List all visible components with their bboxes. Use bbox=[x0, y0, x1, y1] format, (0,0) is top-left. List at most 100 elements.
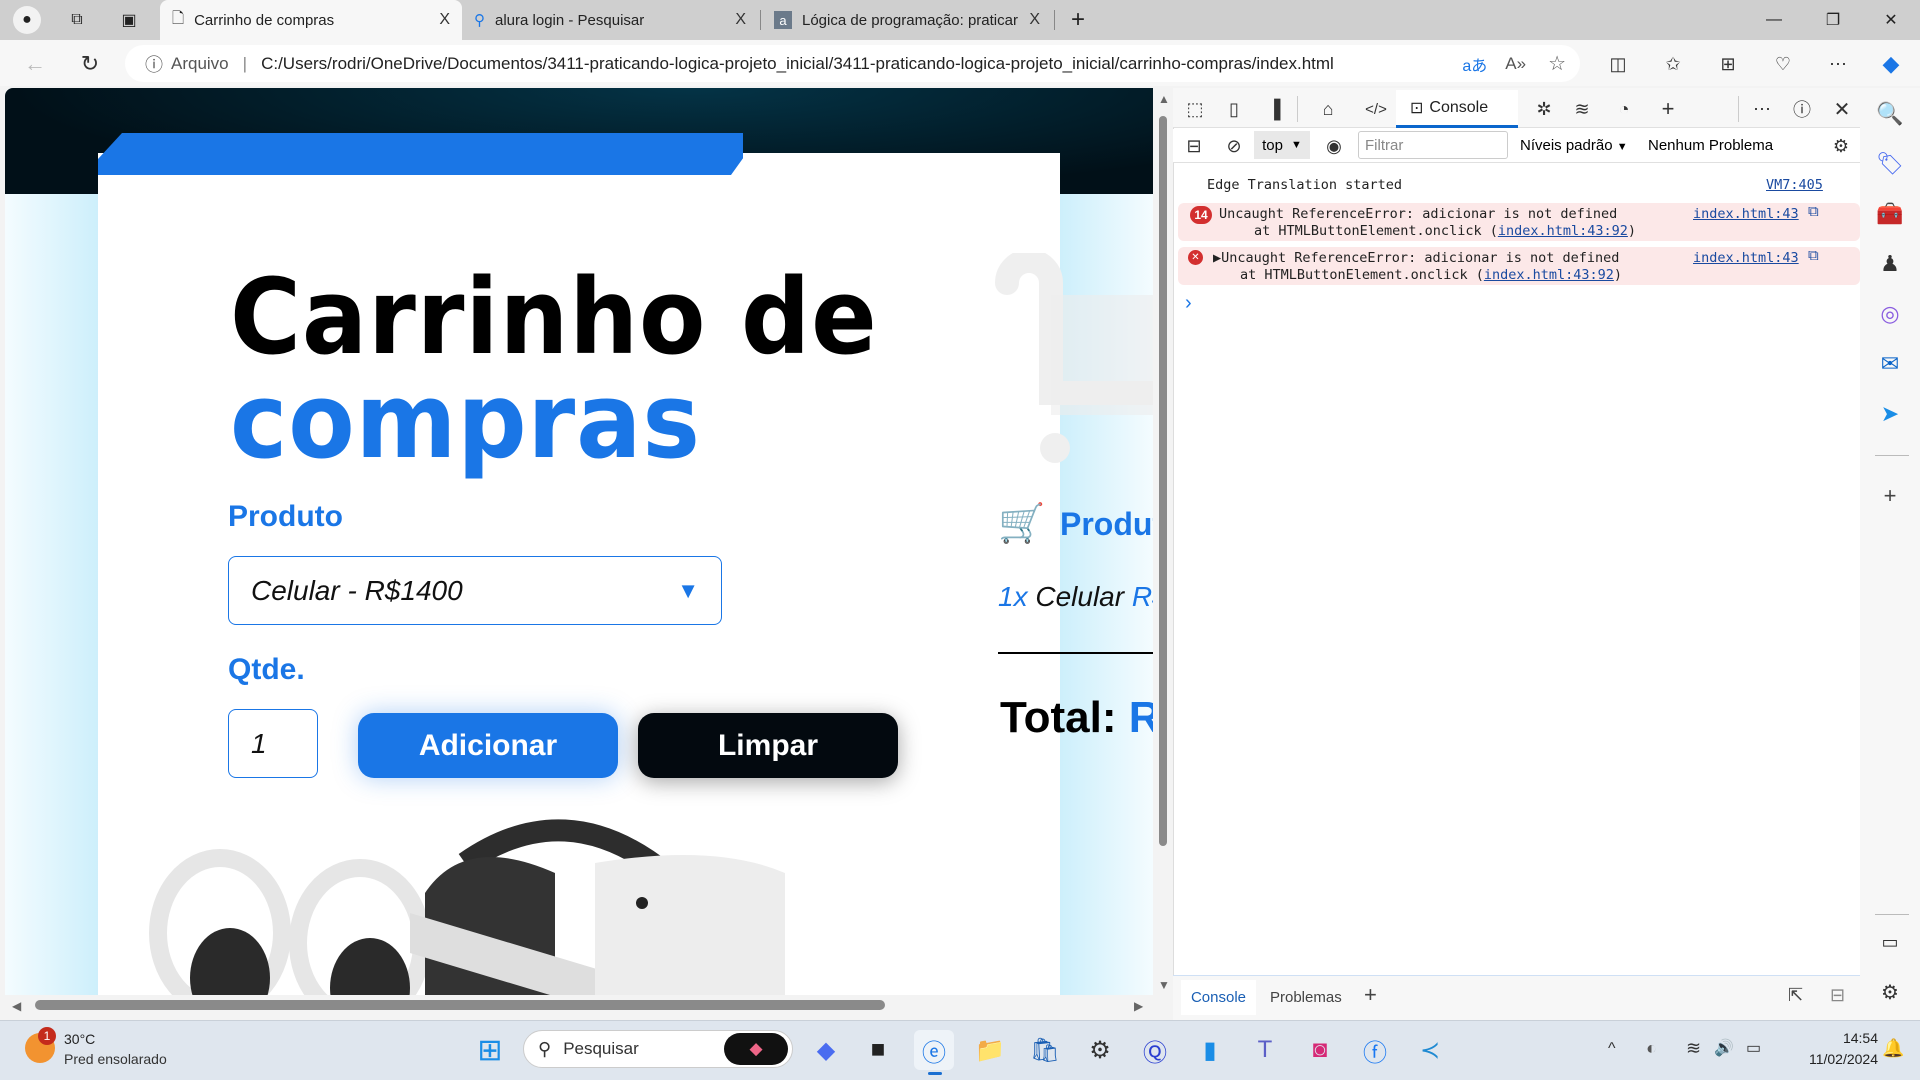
refresh-button[interactable]: ↻ bbox=[72, 46, 108, 82]
console-prompt[interactable]: › bbox=[1185, 292, 1192, 315]
tab-alura-login[interactable]: ⚲ alura login - Pesquisar X bbox=[462, 0, 758, 40]
more-tools-plus-icon[interactable]: + bbox=[1652, 94, 1684, 124]
network-wifi-icon[interactable]: ≋ bbox=[1566, 94, 1598, 124]
log-levels-select[interactable]: Níveis padrão ▼ bbox=[1520, 137, 1628, 154]
favorites-icon[interactable]: ✩ bbox=[1655, 46, 1691, 82]
sidebar-tools-icon[interactable]: 🧰 bbox=[1872, 196, 1908, 232]
restore-button[interactable]: ❐ bbox=[1804, 0, 1862, 40]
sidebar-games-icon[interactable]: ♟ bbox=[1872, 246, 1908, 282]
stack-link[interactable]: index.html:43:92 bbox=[1498, 223, 1628, 239]
translate-icon[interactable]: aあ bbox=[1462, 52, 1487, 76]
weather-desc[interactable]: Pred ensolarado bbox=[64, 1051, 167, 1067]
settings-icon[interactable]: ⚙ bbox=[1080, 1030, 1120, 1070]
horizontal-scroll-thumb[interactable] bbox=[35, 1000, 885, 1010]
scroll-right-arrow-icon[interactable]: ▶ bbox=[1134, 999, 1143, 1013]
console-error-text[interactable]: ▶Uncaught ReferenceError: adicionar is n… bbox=[1213, 250, 1619, 266]
sidebar-search-icon[interactable]: 🔍 bbox=[1872, 96, 1908, 132]
sidebar-add-icon[interactable]: + bbox=[1872, 478, 1908, 514]
weather-temp[interactable]: 30°C bbox=[64, 1031, 95, 1047]
console-settings-gear-icon[interactable]: ⚙ bbox=[1825, 131, 1857, 161]
copilot-pre-icon[interactable]: ◆ bbox=[806, 1030, 846, 1070]
issues-counter[interactable]: Nenhum Problema bbox=[1648, 137, 1773, 154]
scroll-up-arrow-icon[interactable]: ▲ bbox=[1158, 92, 1170, 106]
profile-icon[interactable]: ● bbox=[13, 6, 41, 34]
read-aloud-icon[interactable]: A» bbox=[1505, 54, 1526, 74]
console-filter-input[interactable]: Filtrar bbox=[1358, 131, 1508, 159]
facebook-icon[interactable]: ⓕ bbox=[1355, 1030, 1395, 1070]
tab-logica[interactable]: a Lógica de programação: praticar X bbox=[762, 0, 1052, 40]
qty-input[interactable]: 1 bbox=[228, 709, 318, 778]
copilot-explain-icon[interactable]: ⧉ bbox=[1808, 203, 1819, 220]
product-select[interactable]: Celular - R$1400 ▼ bbox=[228, 556, 722, 625]
sidebar-shopping-icon[interactable]: 🏷 bbox=[1872, 146, 1908, 182]
console-source-link[interactable]: VM7:405 bbox=[1766, 177, 1823, 193]
clear-button[interactable]: Limpar bbox=[638, 713, 898, 778]
file-explorer-icon[interactable]: 📁 bbox=[970, 1030, 1010, 1070]
teams-icon[interactable]: T bbox=[1245, 1030, 1285, 1070]
search-app-icon[interactable]: Ⓠ bbox=[1135, 1030, 1175, 1070]
back-button[interactable]: ← bbox=[17, 46, 53, 82]
drawer-tab-problemas[interactable]: Problemas bbox=[1270, 989, 1342, 1006]
elements-icon[interactable]: </> bbox=[1360, 94, 1392, 124]
more-icon[interactable]: ⋯ bbox=[1820, 46, 1856, 82]
wifi-icon[interactable]: ≋ bbox=[1686, 1038, 1701, 1059]
close-tab-icon[interactable]: X bbox=[1029, 11, 1040, 29]
debugger-bug-icon[interactable]: ✲ bbox=[1528, 94, 1560, 124]
new-tab-button[interactable]: + bbox=[1064, 6, 1092, 34]
instagram-icon[interactable]: ◙ bbox=[1300, 1030, 1340, 1070]
close-tab-icon[interactable]: X bbox=[735, 11, 746, 29]
stack-link[interactable]: index.html:43:92 bbox=[1484, 267, 1614, 283]
collections-icon[interactable]: ⊞ bbox=[1710, 46, 1746, 82]
close-tab-icon[interactable]: X bbox=[439, 11, 450, 29]
sidebar-telegram-icon[interactable]: ➤ bbox=[1872, 396, 1908, 432]
split-screen-icon[interactable]: ◫ bbox=[1600, 46, 1636, 82]
favorite-star-icon[interactable]: ☆ bbox=[1548, 51, 1566, 76]
task-view-icon[interactable]: ■ bbox=[858, 1030, 898, 1070]
url-text[interactable]: C:/Users/rodri/OneDrive/Documentos/3411-… bbox=[261, 54, 1334, 74]
live-expression-eye-icon[interactable]: ◉ bbox=[1318, 131, 1350, 161]
copilot-icon[interactable]: ◆ bbox=[1873, 46, 1909, 82]
vertical-scroll-thumb[interactable] bbox=[1159, 116, 1167, 846]
dock-side-icon[interactable]: ▐ bbox=[1258, 94, 1290, 124]
clock-time[interactable]: 14:54 bbox=[1828, 1030, 1878, 1046]
clear-console-icon[interactable]: ⊘ bbox=[1218, 131, 1250, 161]
vertical-tabs-icon[interactable]: ▣ bbox=[115, 6, 143, 34]
sidebar-outlook-icon[interactable]: ✉ bbox=[1872, 346, 1908, 382]
dock-drawer-icon[interactable]: ⇱ bbox=[1788, 985, 1803, 1006]
app-icon[interactable]: ▮ bbox=[1190, 1030, 1230, 1070]
drawer-tab-console[interactable]: Console bbox=[1181, 980, 1256, 1015]
minimize-drawer-icon[interactable]: ⊟ bbox=[1830, 985, 1845, 1006]
edge-browser-icon[interactable]: ⓔ bbox=[914, 1030, 954, 1070]
start-windows-icon[interactable]: ⊞ bbox=[470, 1030, 510, 1070]
welcome-home-icon[interactable]: ⌂ bbox=[1312, 94, 1344, 124]
address-bar[interactable]: ⓘ Arquivo | C:/Users/rodri/OneDrive/Docu… bbox=[125, 45, 1580, 82]
device-emulation-icon[interactable]: ▯ bbox=[1218, 94, 1250, 124]
tray-info-icon[interactable]: ◐ bbox=[1646, 1038, 1657, 1059]
info-icon[interactable]: ⓘ bbox=[145, 51, 163, 77]
add-button[interactable]: Adicionar bbox=[358, 713, 618, 778]
notification-bell-icon[interactable]: 🔔 bbox=[1882, 1038, 1904, 1059]
volume-icon[interactable]: 🔊 bbox=[1714, 1038, 1734, 1058]
sidebar-toggle-icon[interactable]: ⊟ bbox=[1178, 131, 1210, 161]
scroll-left-arrow-icon[interactable]: ◀ bbox=[12, 999, 21, 1013]
console-source-link[interactable]: index.html:43 bbox=[1693, 250, 1799, 266]
close-devtools-icon[interactable]: ✕ bbox=[1826, 94, 1858, 124]
browser-essentials-icon[interactable]: ♡ bbox=[1765, 46, 1801, 82]
close-window-button[interactable]: ✕ bbox=[1862, 0, 1920, 40]
tab-carrinho[interactable]: 🗋 Carrinho de compras X bbox=[160, 0, 462, 40]
ms-store-icon[interactable]: 🛍 bbox=[1025, 1030, 1065, 1070]
clock-date[interactable]: 11/02/2024 bbox=[1788, 1051, 1878, 1067]
context-select[interactable]: top ▼ bbox=[1254, 131, 1310, 159]
workspaces-icon[interactable]: ⧉ bbox=[63, 6, 91, 34]
devtools-more-icon[interactable]: ⋯ bbox=[1746, 94, 1778, 124]
battery-icon[interactable]: ▭ bbox=[1746, 1038, 1761, 1058]
drawer-add-tab[interactable]: + bbox=[1364, 982, 1377, 1008]
sidebar-hide-icon[interactable]: ▭ bbox=[1872, 924, 1908, 960]
taskbar-search[interactable]: ⚲ Pesquisar ◆ bbox=[523, 1030, 793, 1068]
minimize-button[interactable]: — bbox=[1745, 0, 1803, 40]
sidebar-settings-gear-icon[interactable]: ⚙ bbox=[1872, 974, 1908, 1010]
scroll-down-arrow-icon[interactable]: ▼ bbox=[1158, 978, 1170, 992]
console-source-link[interactable]: index.html:43 bbox=[1693, 206, 1799, 222]
copilot-explain-icon[interactable]: ⧉ bbox=[1808, 247, 1819, 264]
tray-overflow-chevron-icon[interactable]: ^ bbox=[1608, 1040, 1616, 1058]
